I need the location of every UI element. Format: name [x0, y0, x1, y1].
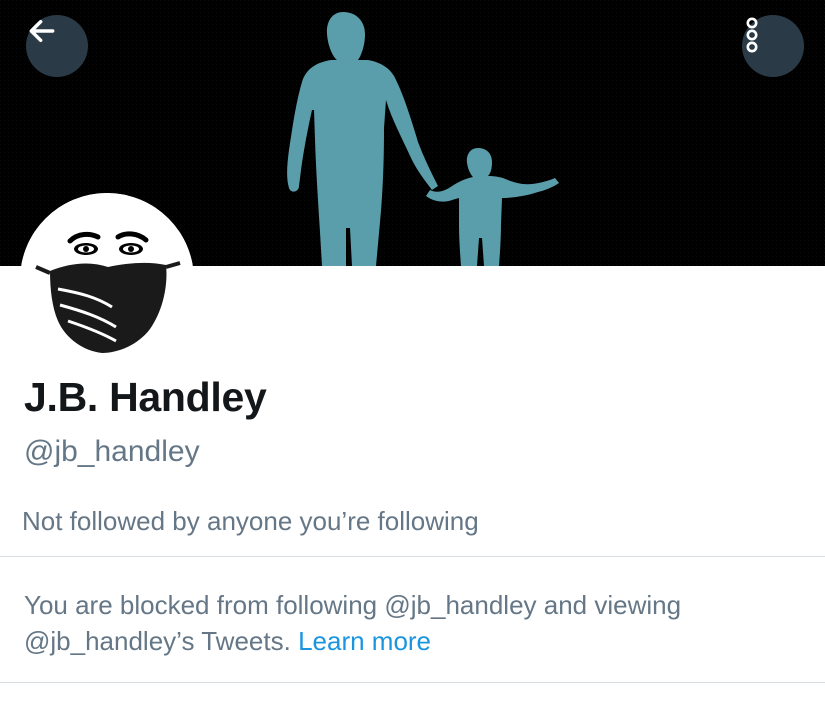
- back-button[interactable]: [26, 15, 88, 77]
- display-name: J.B. Handley: [24, 374, 267, 420]
- learn-more-link[interactable]: Learn more: [298, 626, 431, 656]
- divider: [0, 556, 825, 557]
- divider: [0, 682, 825, 683]
- arrow-left-icon: [29, 19, 55, 43]
- user-handle: @jb_handley: [24, 435, 200, 468]
- masked-face-avatar-image: [20, 193, 194, 367]
- more-options-button[interactable]: [742, 15, 804, 77]
- blocked-notice: You are blocked from following @jb_handl…: [24, 587, 804, 659]
- profile-page: J.B. Handley @jb_handley Not followed by…: [0, 0, 825, 706]
- followed-by-text: Not followed by anyone you’re following: [22, 506, 479, 536]
- more-vertical-icon: [746, 17, 758, 53]
- profile-avatar[interactable]: [20, 193, 194, 367]
